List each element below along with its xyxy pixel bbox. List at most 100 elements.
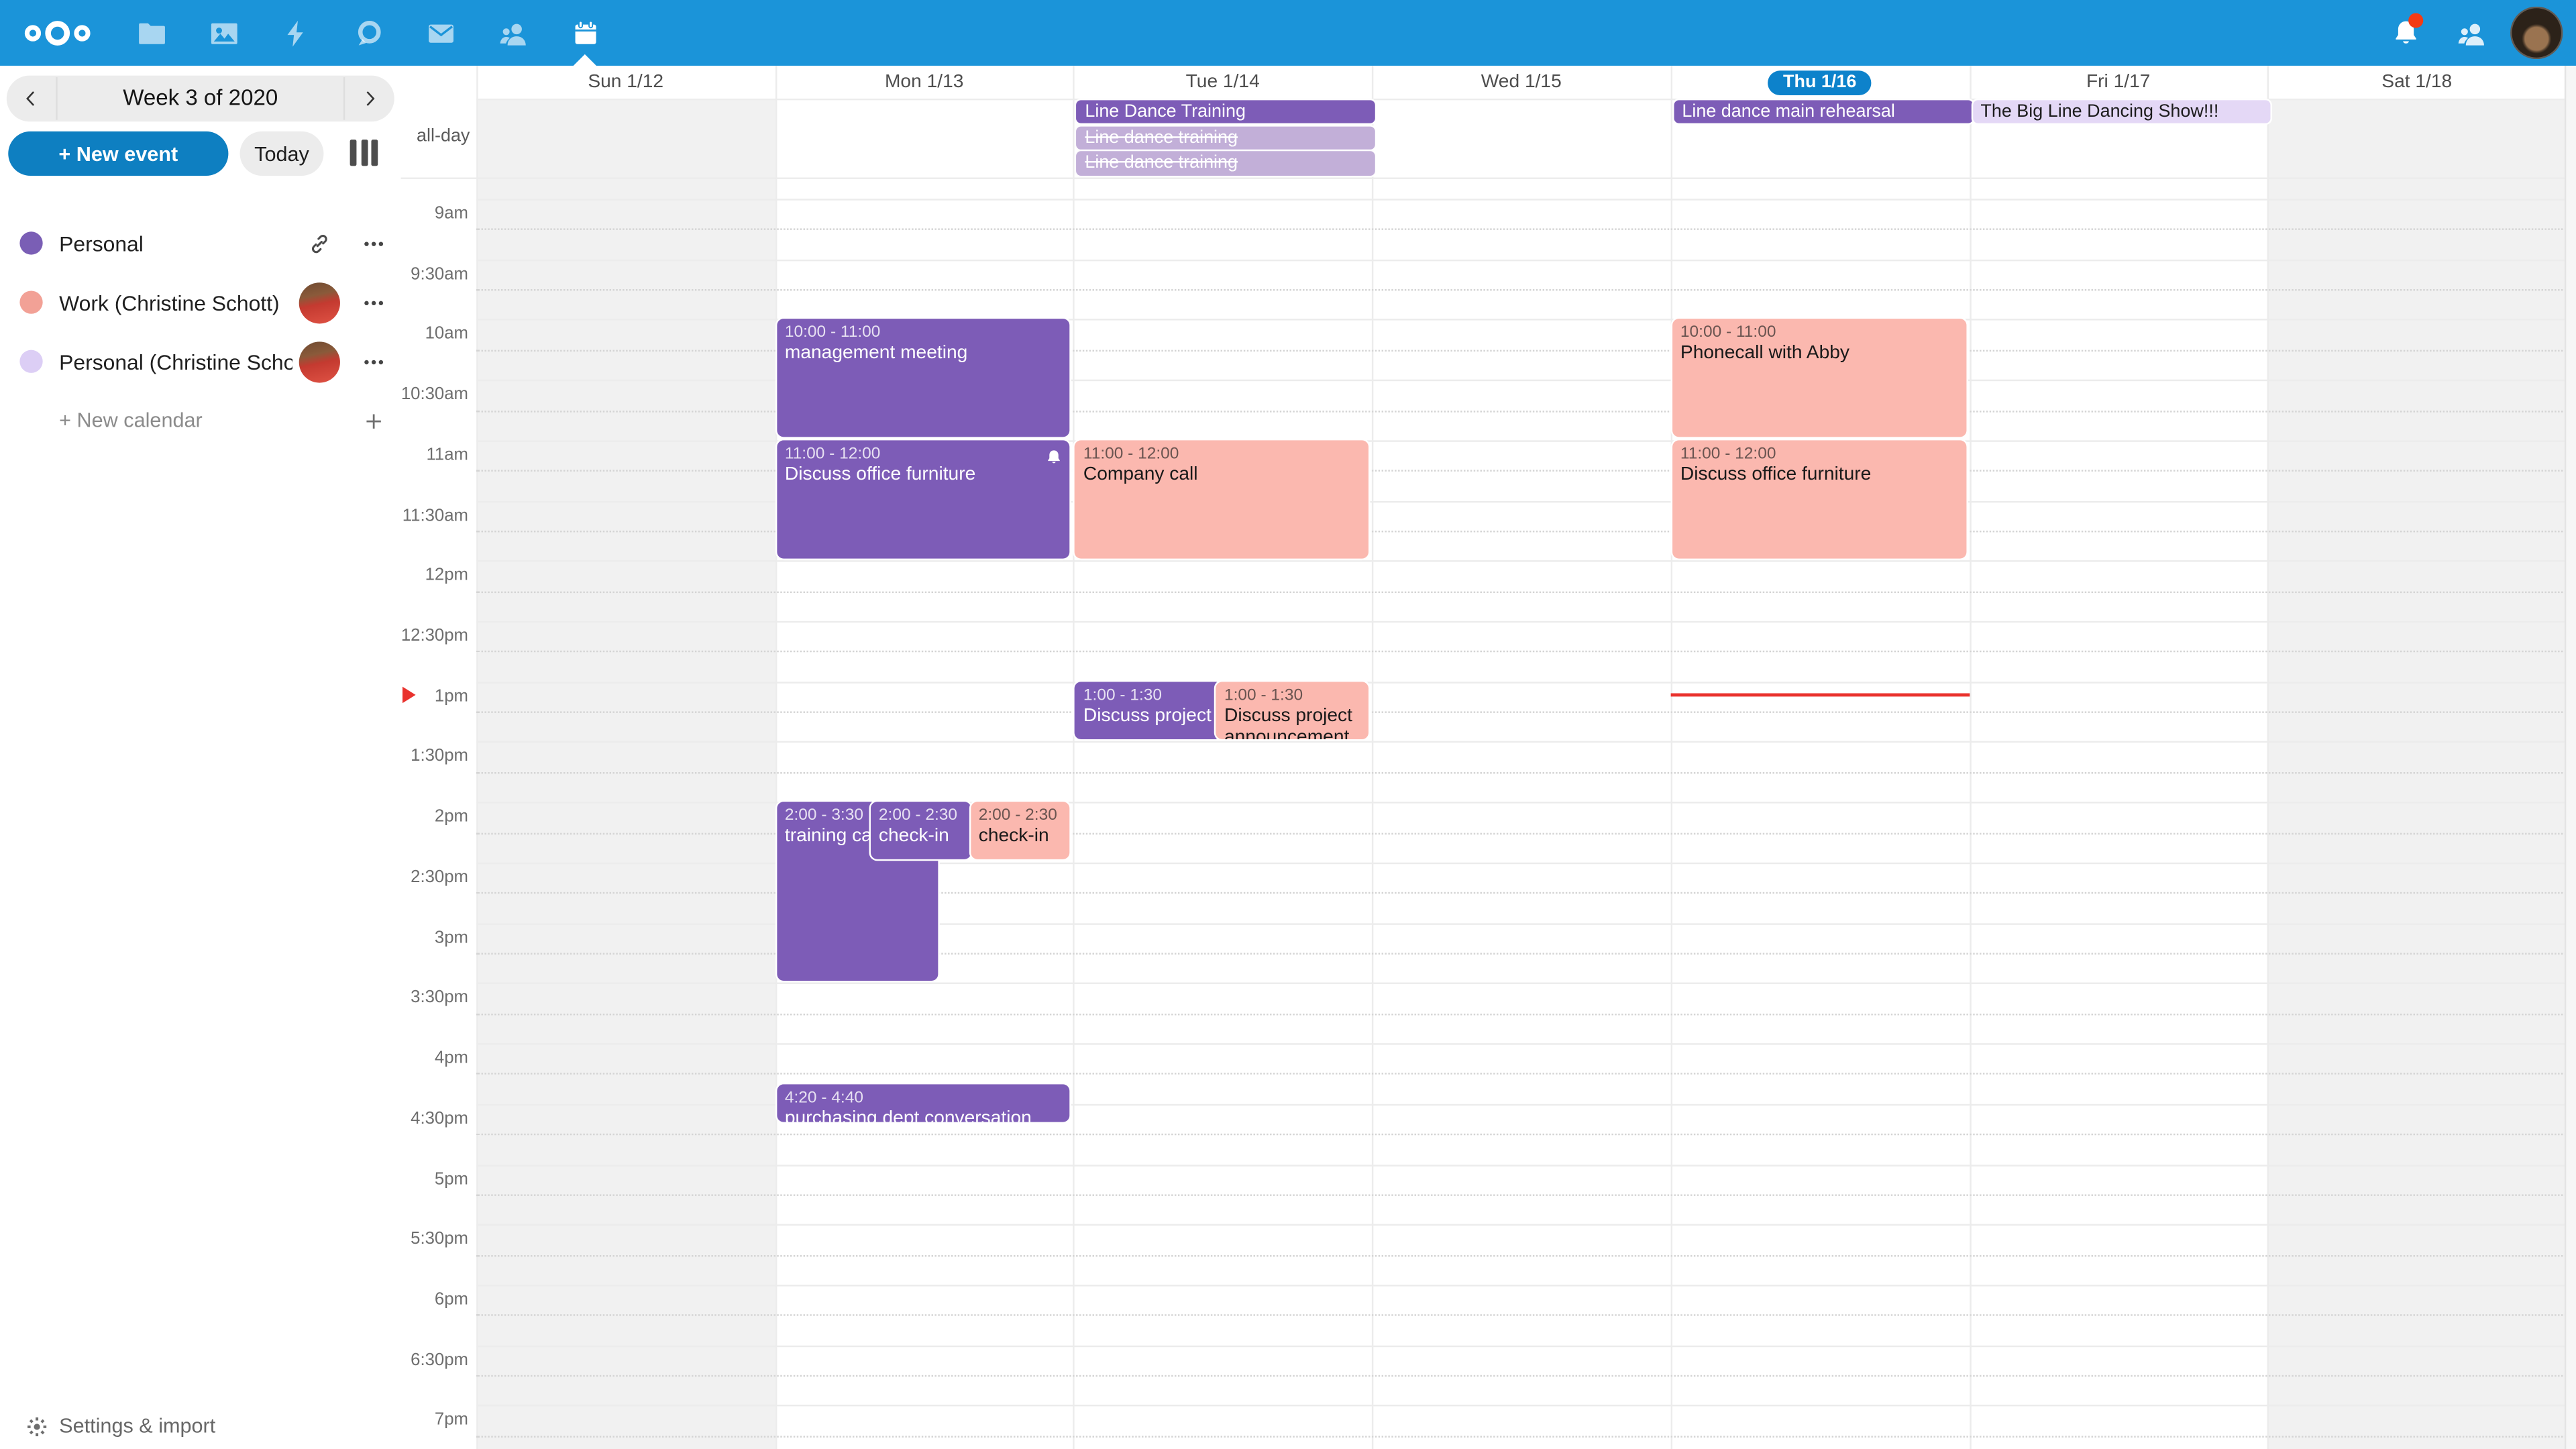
sidebar: Week 3 of 2020 + New event Today Persona… xyxy=(0,66,401,1449)
today-button[interactable]: Today xyxy=(240,131,324,176)
files-app-icon[interactable] xyxy=(115,0,187,66)
half-hour-line xyxy=(476,1345,2566,1346)
mail-app-icon[interactable] xyxy=(404,0,476,66)
talk-app-icon[interactable] xyxy=(332,0,405,66)
allday-event[interactable]: The Big Line Dancing Show!!! xyxy=(1972,100,2271,124)
event-title: Company call xyxy=(1083,465,1360,487)
calendar-color-dot xyxy=(19,350,42,373)
event[interactable]: 1:00 - 1:30Discuss project ann xyxy=(1075,682,1222,739)
topbar-right xyxy=(2372,0,2563,66)
app-menu xyxy=(115,0,621,66)
event[interactable]: 11:00 - 12:00Discuss office furniture xyxy=(1672,440,1966,558)
notifications-bell-icon[interactable] xyxy=(2372,0,2438,66)
half-hour-line xyxy=(476,199,2566,200)
photos-app-icon[interactable] xyxy=(187,0,260,66)
event[interactable]: 1:00 - 1:30Discuss project announcement xyxy=(1216,682,1369,739)
week-view-toggle-icon[interactable] xyxy=(350,140,378,166)
time-label: 12pm xyxy=(401,566,477,585)
avatar xyxy=(298,282,339,323)
new-event-button[interactable]: + New event xyxy=(8,131,228,176)
half-hour-line xyxy=(476,983,2566,984)
quarter-hour-line xyxy=(476,1375,2566,1377)
user-avatar[interactable] xyxy=(2510,7,2563,59)
previous-week-button[interactable] xyxy=(7,76,56,122)
calendar-app-icon[interactable] xyxy=(549,0,621,66)
half-hour-line xyxy=(476,1285,2566,1286)
vertical-scrollbar[interactable] xyxy=(2565,66,2576,1449)
all-day-label: all-day xyxy=(407,127,470,146)
calendar-actions-menu-icon[interactable] xyxy=(352,340,394,383)
column-divider xyxy=(1372,66,1373,1449)
day-header-sun[interactable]: Sun 1/12 xyxy=(476,66,775,99)
activity-app-icon[interactable] xyxy=(260,0,332,66)
calendar-list-item[interactable]: Personal xyxy=(0,213,401,272)
event-time: 1:00 - 1:30 xyxy=(1224,685,1360,706)
event[interactable]: 11:00 - 12:00Company call xyxy=(1075,440,1369,558)
weekend-column-shading xyxy=(2267,99,2566,1449)
quarter-hour-line xyxy=(476,229,2566,230)
day-header-mon[interactable]: Mon 1/13 xyxy=(775,66,1073,99)
column-divider xyxy=(1073,66,1075,1449)
day-header-tue[interactable]: Tue 1/14 xyxy=(1073,66,1372,99)
calendar-list: PersonalWork (Christine Schott)Personal … xyxy=(0,213,401,450)
calendar-actions-menu-icon[interactable] xyxy=(352,281,394,324)
time-label: 10am xyxy=(401,325,477,344)
quarter-hour-line xyxy=(476,1073,2566,1075)
notification-dot xyxy=(2408,13,2423,28)
allday-event[interactable]: Line dance training xyxy=(1077,152,1375,176)
plus-icon xyxy=(352,399,394,442)
allday-event[interactable]: Line Dance Training xyxy=(1077,100,1375,124)
weekend-column-shading xyxy=(476,99,775,1449)
allday-event[interactable]: Line dance main rehearsal xyxy=(1674,100,1972,124)
time-label: 11am xyxy=(401,445,477,464)
quarter-hour-line xyxy=(476,651,2566,653)
calendar-actions-menu-icon[interactable] xyxy=(352,222,394,265)
event[interactable]: 10:00 - 11:00management meeting xyxy=(777,319,1071,437)
quarter-hour-line xyxy=(476,1436,2566,1437)
quarter-hour-line xyxy=(476,1194,2566,1195)
allday-event[interactable]: Line dance training xyxy=(1077,125,1375,150)
event-title: check-in xyxy=(979,826,1062,849)
contacts-menu-icon[interactable] xyxy=(2438,0,2504,66)
share-link-icon[interactable] xyxy=(297,222,340,265)
event-title: Discuss project ann xyxy=(1083,706,1214,728)
day-header-sat[interactable]: Sat 1/18 xyxy=(2267,66,2566,99)
quarter-hour-line xyxy=(476,1254,2566,1256)
event[interactable]: 10:00 - 11:00Phonecall with Abby xyxy=(1672,319,1966,437)
calendar-list-item[interactable]: Work (Christine Schott) xyxy=(0,273,401,332)
settings-and-import[interactable]: Settings & import xyxy=(0,1403,401,1449)
event[interactable]: 11:00 - 12:00Discuss office furniture xyxy=(777,440,1071,558)
contacts-app-icon[interactable] xyxy=(476,0,549,66)
day-header-thu[interactable]: Thu 1/16 xyxy=(1670,66,1969,99)
owner-avatar[interactable] xyxy=(297,340,340,383)
nextcloud-calendar-app: Week 3 of 2020 + New event Today Persona… xyxy=(0,0,2576,1449)
allday-divider xyxy=(401,176,2567,178)
avatar xyxy=(298,341,339,382)
new-calendar-item[interactable]: + New calendar xyxy=(0,391,401,450)
half-hour-line xyxy=(476,1224,2566,1226)
event-time: 1:00 - 1:30 xyxy=(1083,685,1214,706)
next-week-button[interactable] xyxy=(345,76,394,122)
owner-avatar[interactable] xyxy=(297,281,340,324)
event-title: Discuss office furniture xyxy=(785,465,1062,487)
event[interactable]: 2:00 - 2:30check-in xyxy=(871,802,971,860)
time-label: 9am xyxy=(401,204,477,223)
event-title: check-in xyxy=(879,826,962,849)
event-title: Phonecall with Abby xyxy=(1680,344,1957,366)
quarter-hour-line xyxy=(476,712,2566,713)
time-label: 3pm xyxy=(401,928,477,947)
week-label[interactable]: Week 3 of 2020 xyxy=(56,77,345,120)
time-label: 3:30pm xyxy=(401,988,477,1008)
event[interactable]: 4:20 - 4:40purchasing dept conversation xyxy=(777,1083,1071,1121)
day-header-fri[interactable]: Fri 1/17 xyxy=(1969,66,2267,99)
time-label: 2:30pm xyxy=(401,867,477,887)
event[interactable]: 2:00 - 2:30check-in xyxy=(971,802,1071,860)
time-label: 6pm xyxy=(401,1289,477,1309)
reminder-bell-icon xyxy=(1046,445,1064,463)
quarter-hour-line xyxy=(476,591,2566,592)
nextcloud-logo[interactable] xyxy=(19,11,95,54)
time-label: 11:30am xyxy=(401,505,477,525)
time-label: 6:30pm xyxy=(401,1350,477,1369)
calendar-list-item[interactable]: Personal (Christine Scho… xyxy=(0,332,401,391)
day-header-wed[interactable]: Wed 1/15 xyxy=(1372,66,1670,99)
